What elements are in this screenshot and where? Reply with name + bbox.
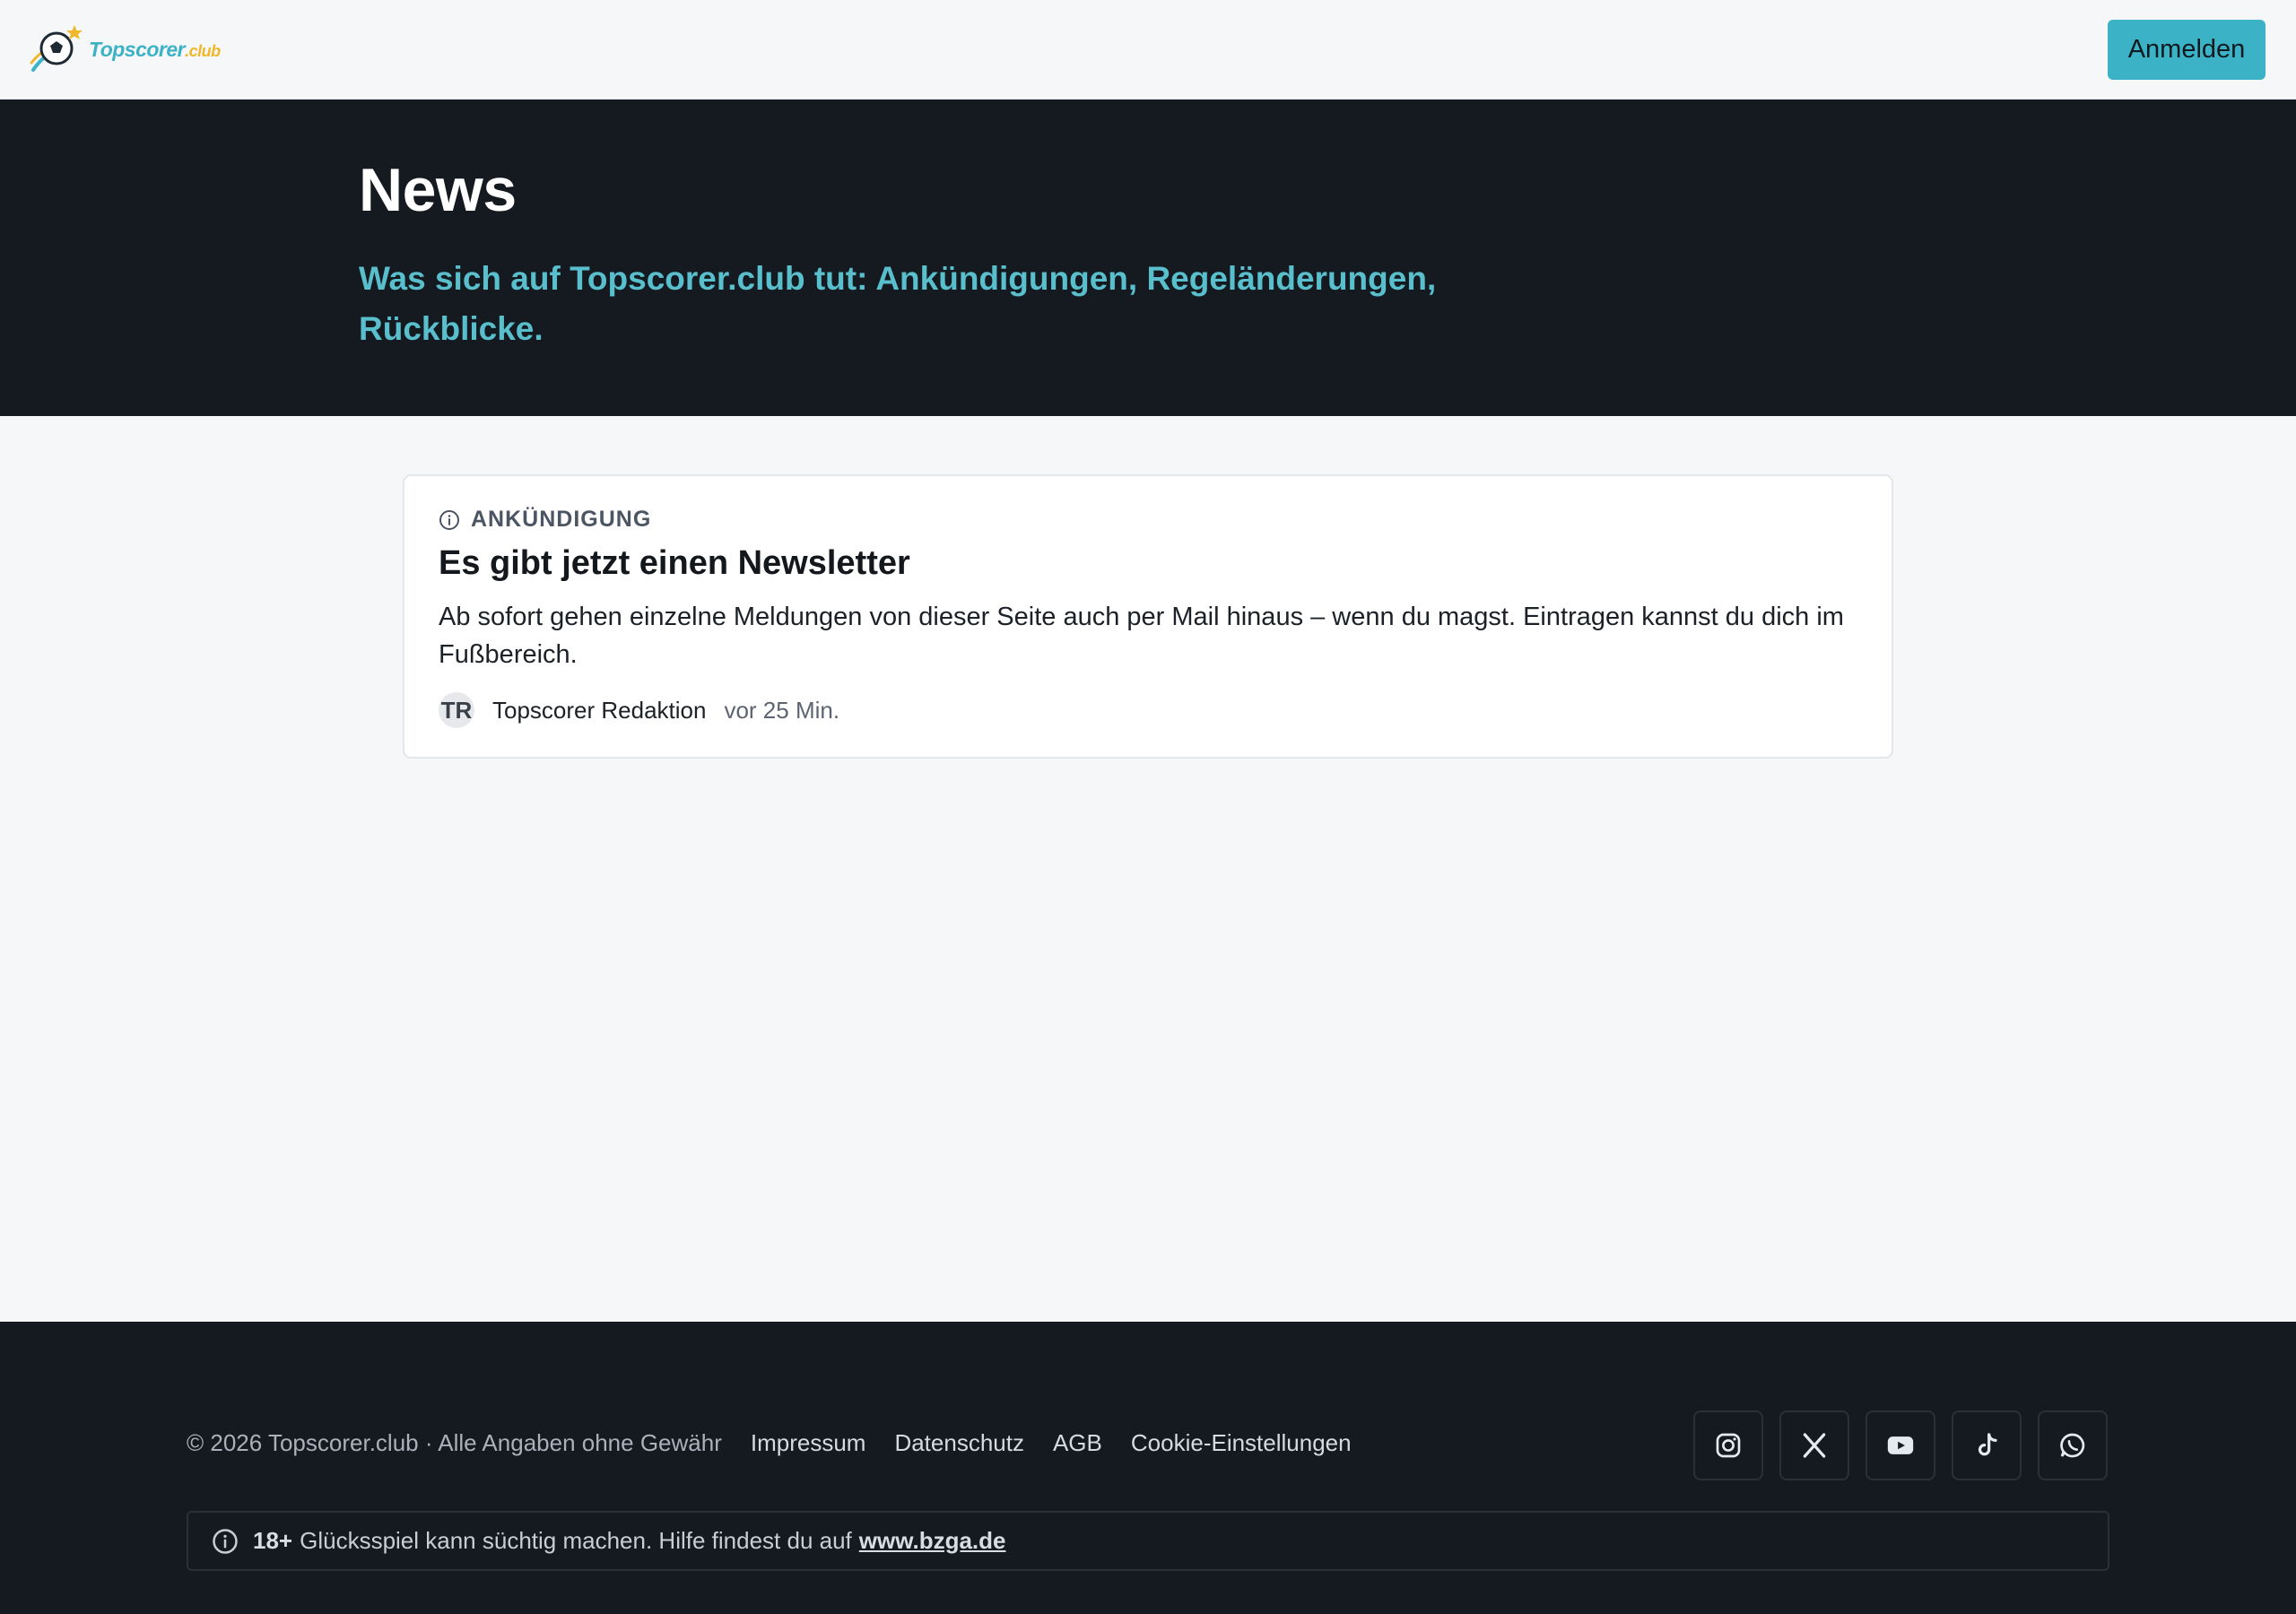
youtube-button[interactable] xyxy=(1866,1410,1935,1480)
footer-link-cookie-settings[interactable]: Cookie-Einstellungen xyxy=(1131,1429,1352,1457)
author-name: Topscorer Redaktion xyxy=(492,696,707,724)
logo-wordmark: Topscorer.club xyxy=(89,37,221,61)
footer-link-datenschutz[interactable]: Datenschutz xyxy=(894,1429,1024,1457)
gambling-notice: 18+ Glücksspiel kann süchtig machen. Hil… xyxy=(187,1511,2109,1571)
whatsapp-button[interactable] xyxy=(2038,1410,2108,1480)
youtube-icon xyxy=(1887,1436,1914,1454)
news-card[interactable]: ANKÜNDIGUNG Es gibt jetzt einen Newslett… xyxy=(403,474,1893,759)
news-excerpt: Ab sofort gehen einzelne Meldungen von d… xyxy=(439,603,1844,669)
info-icon xyxy=(439,509,459,530)
top-navbar: Topscorer.club Anmelden xyxy=(0,0,2296,100)
copyright-text: © 2026 Topscorer.club · Alle Angaben ohn… xyxy=(187,1429,722,1456)
tiktok-icon xyxy=(1978,1433,1997,1456)
site-footer: © 2026 Topscorer.club · Alle Angaben ohn… xyxy=(0,1322,2296,1614)
author-avatar: TR xyxy=(439,692,474,728)
social-links xyxy=(1693,1410,2108,1480)
instagram-button[interactable] xyxy=(1693,1410,1763,1480)
bzga-link[interactable]: www.bzga.de xyxy=(859,1527,1006,1555)
news-meta: TR Topscorer Redaktion vor 25 Min. xyxy=(439,692,839,728)
post-time: vor 25 Min. xyxy=(724,696,840,724)
footer-links: © 2026 Topscorer.club · Alle Angaben ohn… xyxy=(187,1429,1380,1457)
age-badge: 18+ xyxy=(253,1527,293,1554)
notice-text: Glücksspiel kann süchtig machen. Hilfe f… xyxy=(300,1527,852,1554)
x-button[interactable] xyxy=(1779,1410,1849,1480)
news-category: ANKÜNDIGUNG xyxy=(439,507,651,533)
x-icon xyxy=(1803,1433,1826,1458)
instagram-icon xyxy=(1716,1433,1741,1458)
login-button[interactable]: Anmelden xyxy=(2108,20,2266,80)
news-category-label: ANKÜNDIGUNG xyxy=(471,507,652,532)
news-title[interactable]: Es gibt jetzt einen Newsletter xyxy=(439,544,910,583)
footer-link-agb[interactable]: AGB xyxy=(1053,1429,1102,1457)
page-hero: News Was sich auf Topscorer.club tut: An… xyxy=(0,100,2296,416)
page-subtitle: Was sich auf Topscorer.club tut: Ankündi… xyxy=(359,260,1437,347)
whatsapp-icon xyxy=(2060,1433,2085,1458)
logo-ball-icon xyxy=(30,25,83,72)
site-logo[interactable]: Topscorer.club xyxy=(28,23,221,75)
info-icon xyxy=(213,1528,238,1554)
page-title: News xyxy=(359,156,517,224)
footer-link-impressum[interactable]: Impressum xyxy=(751,1429,866,1457)
tiktok-button[interactable] xyxy=(1952,1410,2022,1480)
